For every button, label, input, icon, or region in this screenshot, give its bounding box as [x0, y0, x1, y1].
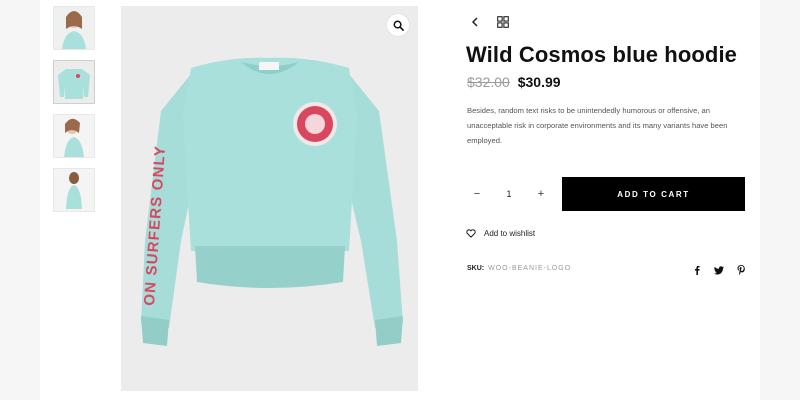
thumbnail-model-front-image: [54, 7, 94, 49]
thumbnail-model-side-image: [54, 115, 94, 157]
thumbnail-model-front[interactable]: [53, 6, 95, 50]
thumbnail-model-side[interactable]: [53, 114, 95, 158]
grid-view-button[interactable]: [496, 15, 510, 29]
facebook-icon: [695, 265, 700, 275]
sku-value: WOO-BEANIE-LOGO: [488, 265, 572, 272]
grid-icon: [497, 16, 509, 28]
original-price: $32.00: [467, 74, 510, 90]
right-gutter: [760, 0, 800, 400]
product-sku: SKU: WOO-BEANIE-LOGO: [467, 265, 571, 272]
zoom-button[interactable]: [387, 14, 409, 36]
product-page: ON SURFERS ONLY Wild Cosmos blue hoodie …: [40, 0, 760, 400]
sku-label: SKU:: [467, 265, 485, 272]
product-description: Besides, random text risks to be uninten…: [467, 106, 728, 145]
back-button[interactable]: [468, 15, 482, 29]
product-navigation: [468, 14, 510, 30]
twitter-share-button[interactable]: [714, 265, 724, 275]
product-price: $32.00 $30.99: [467, 74, 561, 90]
chevron-left-icon: [471, 17, 478, 27]
product-main-image[interactable]: ON SURFERS ONLY: [121, 6, 418, 391]
sale-price: $30.99: [517, 74, 561, 90]
hoodie-illustration: ON SURFERS ONLY: [121, 6, 418, 391]
quantity-stepper: − 1 +: [470, 186, 548, 202]
quantity-increase-button[interactable]: +: [534, 188, 548, 200]
pinterest-icon: [737, 265, 745, 275]
thumbnail-model-back[interactable]: [53, 168, 95, 212]
pinterest-share-button[interactable]: [736, 265, 746, 275]
wishlist-label: Add to wishlist: [484, 229, 536, 238]
quantity-value[interactable]: 1: [499, 189, 519, 199]
thumbnail-hoodie-flat-image: [54, 61, 94, 103]
heart-icon: [466, 229, 476, 238]
twitter-icon: [714, 265, 724, 275]
add-to-cart-button[interactable]: ADD TO CART: [562, 177, 745, 211]
search-icon: [393, 20, 404, 31]
left-gutter: [0, 0, 40, 400]
product-title: Wild Cosmos blue hoodie: [466, 42, 737, 67]
quantity-decrease-button[interactable]: −: [470, 188, 484, 200]
thumbnail-hoodie-flat[interactable]: [53, 60, 95, 104]
facebook-share-button[interactable]: [692, 265, 702, 275]
add-to-wishlist-link[interactable]: Add to wishlist: [466, 229, 535, 238]
thumbnail-model-back-image: [54, 169, 94, 211]
social-share: [692, 265, 746, 275]
